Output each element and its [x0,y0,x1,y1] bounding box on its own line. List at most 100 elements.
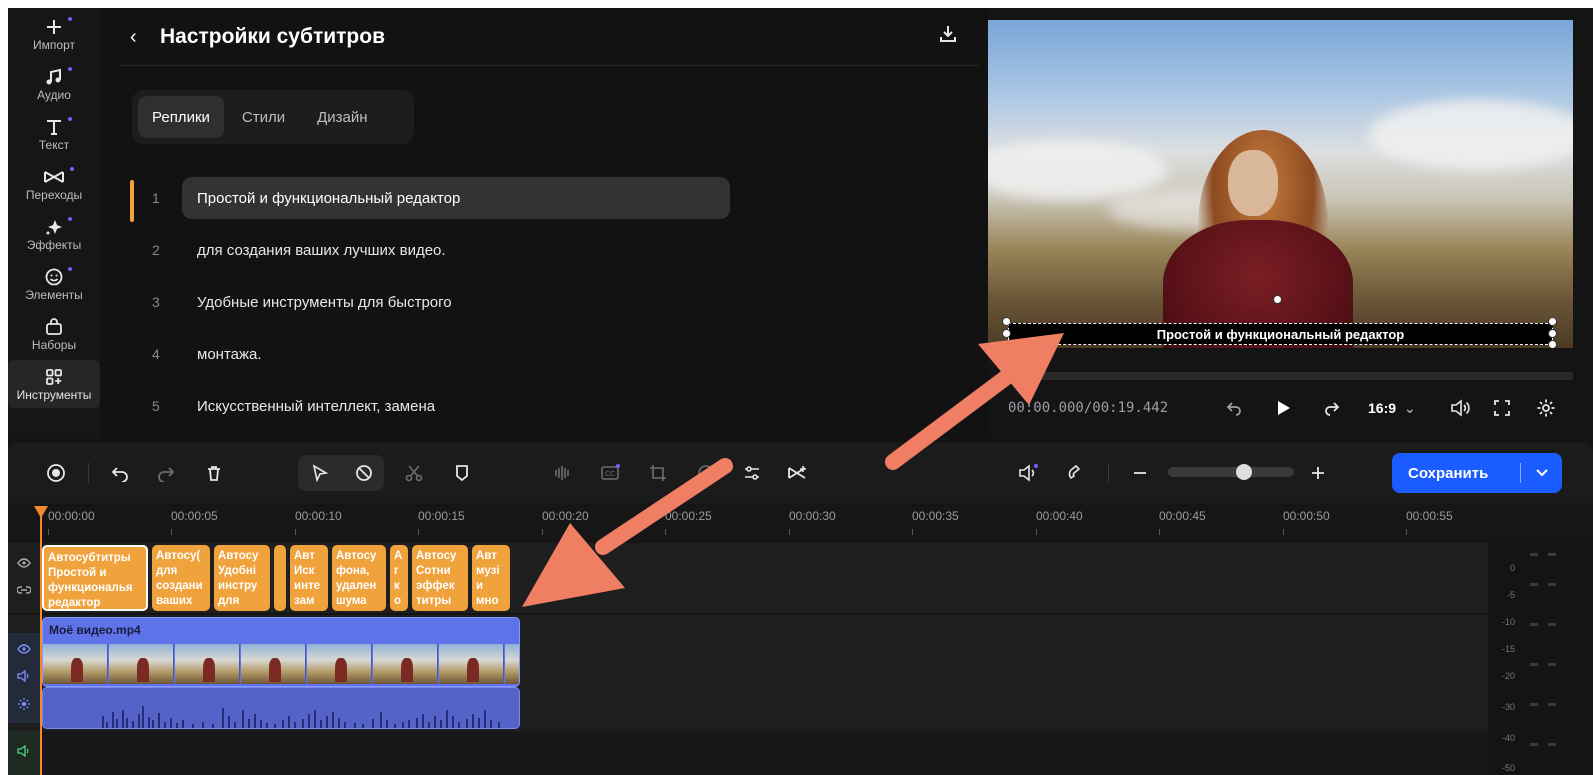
plus-icon [45,16,72,38]
zoom-out-icon[interactable] [1124,457,1156,489]
volume-icon[interactable] [17,744,31,762]
link-icon[interactable] [16,583,32,601]
resize-handle[interactable] [1548,317,1557,326]
playhead-handle-icon[interactable] [33,505,49,519]
fullscreen-icon[interactable] [1493,396,1511,420]
meter-label: 0 [1510,563,1516,573]
playhead[interactable] [40,508,42,775]
resize-handle[interactable] [1548,329,1557,338]
time-display: 00:00.000/00:19.442 [1008,400,1169,416]
rail-item-transitions[interactable]: Переходы [8,160,100,208]
subtitle-line[interactable]: 1 Простой и функциональный редактор [130,172,730,224]
magnet-icon[interactable] [1060,457,1092,489]
record-icon[interactable] [40,457,72,489]
audio-track [8,731,1488,775]
subtitle-line[interactable]: 3 Удобные инструменты для быстрого [130,276,730,328]
rail-item-audio[interactable]: Аудио [8,60,100,108]
chevron-down-icon[interactable] [1521,469,1562,477]
download-icon[interactable] [938,24,958,49]
subtitle-clip[interactable]: Автосу Удобні инстру для [214,545,270,611]
rail-item-import[interactable]: Импорт [8,10,100,58]
eye-icon[interactable] [17,641,31,659]
clip-title: Авт [476,550,497,562]
playback-progress[interactable] [1008,372,1573,380]
resize-handle[interactable] [1002,317,1011,326]
subtitle-line[interactable]: 5 Искусственный интеллект, замена [130,380,730,432]
split-audio-icon[interactable] [546,457,578,489]
play-icon[interactable] [1275,396,1291,420]
subtitle-line[interactable]: 4 монтажа. [130,328,730,380]
clip-text: г к о [394,565,402,607]
rail-item-elements[interactable]: Элементы [8,260,100,308]
subtitle-clip[interactable] [274,545,286,611]
back-button[interactable]: ‹ [130,26,137,49]
aspect-ratio-select[interactable]: 16:9 ⌄ [1368,396,1416,420]
waveform-graphic [102,706,500,728]
trash-icon[interactable] [198,457,230,489]
rail-item-effects[interactable]: Эффекты [8,210,100,258]
line-text[interactable]: Простой и функциональный редактор [182,177,730,219]
eye-icon[interactable] [17,555,31,573]
subtitle-overlay[interactable]: Простой и функциональный редактор [1008,323,1553,345]
zoom-slider-knob[interactable] [1236,464,1252,480]
rotate-handle[interactable] [1273,295,1282,304]
rail-item-tools[interactable]: Инструменты [8,360,100,408]
subtitle-clip[interactable]: Автосу( для создани ваших [152,545,210,611]
ruler-tick-label: 00:00:00 [48,509,95,523]
meter-label: -15 [1502,644,1516,654]
denoise-icon[interactable] [17,697,31,716]
resize-handle[interactable] [1548,340,1557,348]
crop-icon[interactable] [642,457,674,489]
chevron-down-icon: ⌄ [1404,399,1416,416]
line-number: 2 [152,242,160,258]
volume-icon[interactable] [1450,396,1470,420]
line-text[interactable]: монтажа. [182,333,730,375]
line-text[interactable]: Удобные инструменты для быстрого [182,281,730,323]
transition-add-icon[interactable] [782,457,814,489]
subtitle-clip[interactable]: Авт Иск инте зам [290,545,328,611]
redo-icon[interactable] [150,457,182,489]
timeline-ruler[interactable]: 00:00:00 00:00:05 00:00:10 00:00:15 00:0… [8,503,1593,543]
adjust-icon[interactable] [736,457,768,489]
speed-icon[interactable] [690,457,722,489]
tab-styles[interactable]: Стили [228,96,299,138]
audio-waveform-clip[interactable] [42,687,520,729]
line-text[interactable]: для создания ваших лучших видео. [182,229,730,271]
marker-icon[interactable] [446,457,478,489]
subtitle-clip[interactable]: Авт музі и мно [472,545,510,611]
line-text[interactable]: Искусственный интеллект, замена [182,385,730,427]
subtitle-track: Автосубтитры Простой и функциональя реда… [8,543,1488,613]
eraser-icon[interactable] [348,457,380,489]
meter-label: -30 [1502,702,1516,712]
settings-gear-icon[interactable] [1536,396,1556,420]
tab-design[interactable]: Дизайн [303,96,381,138]
step-forward-icon[interactable] [1323,396,1341,420]
resize-handle[interactable] [1002,329,1011,338]
undo-icon[interactable] [104,457,136,489]
cursor-icon[interactable] [304,457,336,489]
subtitle-clip[interactable]: Автосу Сотни эффек титры [412,545,468,611]
video-clip[interactable]: Моё видео.mp4 [42,617,520,687]
scissors-icon[interactable] [398,457,430,489]
captions-icon[interactable]: CC [594,457,626,489]
line-number: 1 [152,190,160,206]
rail-item-sets[interactable]: Наборы [8,310,100,358]
video-preview[interactable]: Простой и функциональный редактор [988,20,1573,348]
ruler-tick-label: 00:00:55 [1406,509,1453,523]
resize-handle[interactable] [1002,340,1011,348]
clip-title: А [394,550,403,562]
volume-icon[interactable] [17,669,31,687]
clip-title: Авт [294,550,315,562]
voice-icon[interactable] [1012,457,1044,489]
subtitle-clip[interactable]: Автосу фона, удален шума [332,545,386,611]
rail-item-text[interactable]: Текст [8,110,100,158]
subtitle-clip[interactable]: А г к о [390,545,408,611]
subtitle-tabs: Реплики Стили Дизайн [132,90,414,144]
subtitle-clip[interactable]: Автосубтитры Простой и функциональя реда… [42,545,148,611]
subtitle-line[interactable]: 2 для создания ваших лучших видео. [130,224,730,276]
save-button[interactable]: Сохранить [1392,453,1562,493]
zoom-in-icon[interactable] [1302,457,1334,489]
tab-lines[interactable]: Реплики [138,96,224,138]
step-back-icon[interactable] [1225,396,1243,420]
zoom-slider[interactable] [1168,464,1294,480]
